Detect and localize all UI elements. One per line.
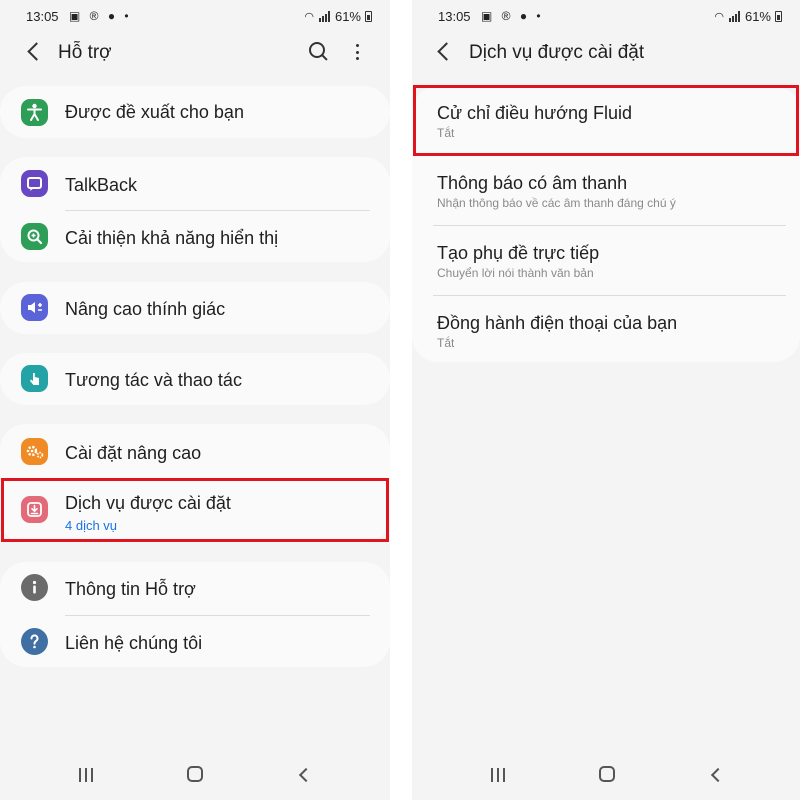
menu-item-label: Cải thiện khả năng hiển thị <box>65 228 279 248</box>
settings-group: Được đề xuất cho bạn <box>0 86 390 138</box>
service-title: Đồng hành điện thoại của bạn <box>437 313 678 333</box>
menu-item-label: Thông tin Hỗ trợ <box>65 579 196 599</box>
battery-percent: 61% <box>334 9 361 24</box>
status-bar: 13:05 ▣ ® ● • ◠ 61% <box>0 0 390 32</box>
menu-item-label: Nâng cao thính giác <box>65 299 226 319</box>
menu-item-installed-services[interactable]: Dịch vụ được cài đặt 4 dịch vụ <box>0 480 390 540</box>
installed-services-icon <box>21 496 48 523</box>
service-item-live-caption[interactable]: Tạo phụ đề trực tiếp Chuyển lời nói thàn… <box>412 226 800 296</box>
home-icon[interactable] <box>599 766 615 782</box>
service-subtitle: Tắt <box>437 126 455 140</box>
interaction-icon <box>21 365 48 392</box>
search-icon[interactable] <box>306 40 330 64</box>
hearing-icon <box>21 294 48 321</box>
service-subtitle: Chuyển lời nói thành văn bản <box>437 266 594 280</box>
menu-item-label: Cài đặt nâng cao <box>65 443 202 463</box>
signal-icon <box>318 11 330 22</box>
status-bar: 13:05 ▣ ® ● • ◠ 61% <box>412 0 800 32</box>
service-item-sound-notifications[interactable]: Thông báo có âm thanh Nhận thông báo về … <box>412 156 800 226</box>
info-icon <box>21 574 48 601</box>
nav-back-icon[interactable] <box>296 767 310 783</box>
menu-item-hearing[interactable]: Nâng cao thính giác <box>0 282 390 334</box>
battery-percent: 61% <box>744 9 771 24</box>
help-icon <box>21 628 48 655</box>
app-bar: Hỗ trợ <box>0 32 390 74</box>
nav-back-icon[interactable] <box>708 767 722 783</box>
status-right: ◠ 61% <box>714 9 782 24</box>
home-icon[interactable] <box>187 766 203 782</box>
menu-item-interaction[interactable]: Tương tác và thao tác <box>0 353 390 405</box>
app-bar: Dịch vụ được cài đặt <box>412 32 800 74</box>
menu-item-talkback[interactable]: TalkBack <box>0 157 390 211</box>
accessibility-icon <box>21 99 48 126</box>
battery-icon <box>365 11 372 22</box>
settings-group: Tương tác và thao tác <box>0 353 390 405</box>
menu-item-about[interactable]: Thông tin Hỗ trợ <box>0 562 390 616</box>
settings-group: TalkBack Cải thiện khả năng hiển thị <box>0 157 390 262</box>
settings-group: Cài đặt nâng cao Dịch vụ được cài đặt 4 … <box>0 424 390 543</box>
menu-item-label: Tương tác và thao tác <box>65 370 242 390</box>
wifi-icon: ◠ <box>714 11 724 23</box>
service-item-phone-companion[interactable]: Đồng hành điện thoại của bạn Tắt <box>412 296 800 366</box>
page-title: Dịch vụ được cài đặt <box>469 42 645 63</box>
menu-item-label: Liên hệ chúng tôi <box>65 633 203 653</box>
service-title: Thông báo có âm thanh <box>437 173 628 193</box>
menu-item-subtitle: 4 dịch vụ <box>65 518 118 533</box>
signal-icon <box>728 11 740 22</box>
service-title: Tạo phụ đề trực tiếp <box>437 243 600 263</box>
nav-bar <box>0 754 390 800</box>
status-time: 13:05 <box>26 9 59 24</box>
nav-bar <box>412 754 800 800</box>
back-button[interactable] <box>24 42 44 62</box>
wifi-icon: ◠ <box>304 11 314 23</box>
menu-item-contact[interactable]: Liên hệ chúng tôi <box>0 615 390 669</box>
status-time: 13:05 <box>438 9 471 24</box>
settings-group: Nâng cao thính giác <box>0 282 390 334</box>
service-subtitle: Tắt <box>437 336 455 350</box>
menu-item-suggested[interactable]: Được đề xuất cho bạn <box>0 86 390 138</box>
notification-icons: ▣ ® ● • <box>69 9 132 23</box>
visibility-icon <box>21 223 48 250</box>
installed-services-screen: 13:05 ▣ ® ● • ◠ 61% Dịch vụ được cài đặt… <box>412 0 800 800</box>
settings-group: Thông tin Hỗ trợ Liên hệ chúng tôi <box>0 562 390 667</box>
status-right: ◠ 61% <box>304 9 372 24</box>
talkback-icon <box>21 170 48 197</box>
service-title: Cử chỉ điều hướng Fluid <box>437 103 632 123</box>
battery-icon <box>775 11 782 22</box>
menu-item-label: TalkBack <box>65 175 138 195</box>
menu-item-label: Được đề xuất cho bạn <box>65 102 244 122</box>
recent-apps-icon[interactable] <box>77 768 95 784</box>
more-options-icon[interactable] <box>350 41 364 63</box>
service-subtitle: Nhận thông báo về các âm thanh đáng chú … <box>437 196 676 210</box>
page-title: Hỗ trợ <box>58 42 112 63</box>
menu-item-advanced-settings[interactable]: Cài đặt nâng cao <box>0 424 390 478</box>
back-button[interactable] <box>434 42 454 62</box>
service-item-fluid-navigation[interactable]: Cử chỉ điều hướng Fluid Tắt <box>412 86 800 156</box>
notification-icons: ▣ ® ● • <box>481 9 544 23</box>
advanced-settings-icon <box>21 438 48 465</box>
menu-item-label: Dịch vụ được cài đặt <box>65 493 231 513</box>
recent-apps-icon[interactable] <box>489 768 507 784</box>
services-list: Cử chỉ điều hướng Fluid Tắt Thông báo có… <box>412 86 800 362</box>
accessibility-screen: 13:05 ▣ ® ● • ◠ 61% Hỗ trợ Được đề xuất … <box>0 0 390 800</box>
menu-item-visibility[interactable]: Cải thiện khả năng hiển thị <box>0 210 390 264</box>
